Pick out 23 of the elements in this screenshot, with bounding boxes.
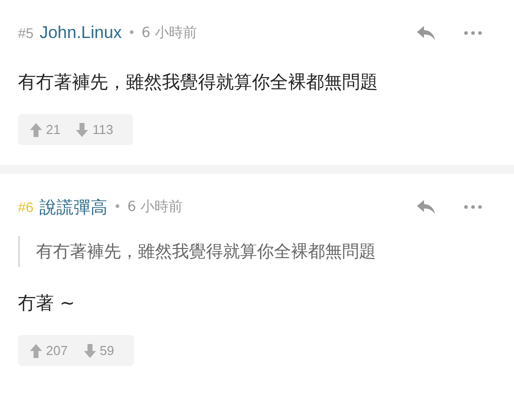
downvote-count: 113 [92, 122, 114, 137]
quoted-text: 有冇著褲先，雖然我覺得就算你全裸都無問題 [18, 236, 496, 267]
downvote-count: 59 [100, 343, 114, 358]
more-icon[interactable] [464, 205, 482, 209]
reply-icon[interactable] [416, 25, 436, 41]
reply-icon[interactable] [416, 199, 436, 215]
upvote-count: 207 [46, 343, 68, 358]
upvote-icon[interactable] [30, 122, 42, 136]
timestamp: 6 小時前 [141, 24, 197, 42]
author-name[interactable]: 說謊彈高 [40, 196, 108, 218]
author-name[interactable]: John.Linux [40, 23, 122, 43]
floor-number: #6 [18, 199, 34, 215]
separator-dot: • [128, 26, 136, 40]
comment-text: 有冇著褲先，雖然我覺得就算你全裸都無問題 [18, 71, 379, 94]
downvote-icon[interactable] [84, 344, 96, 358]
comment-text: 冇著 ~ [18, 292, 76, 315]
floor-number: #5 [18, 25, 34, 41]
downvote-icon[interactable] [76, 122, 88, 136]
more-icon[interactable] [464, 31, 482, 35]
upvote-icon[interactable] [30, 344, 42, 358]
separator-dot: • [114, 200, 122, 214]
upvote-count: 21 [46, 122, 60, 137]
timestamp: 6 小時前 [127, 198, 183, 216]
